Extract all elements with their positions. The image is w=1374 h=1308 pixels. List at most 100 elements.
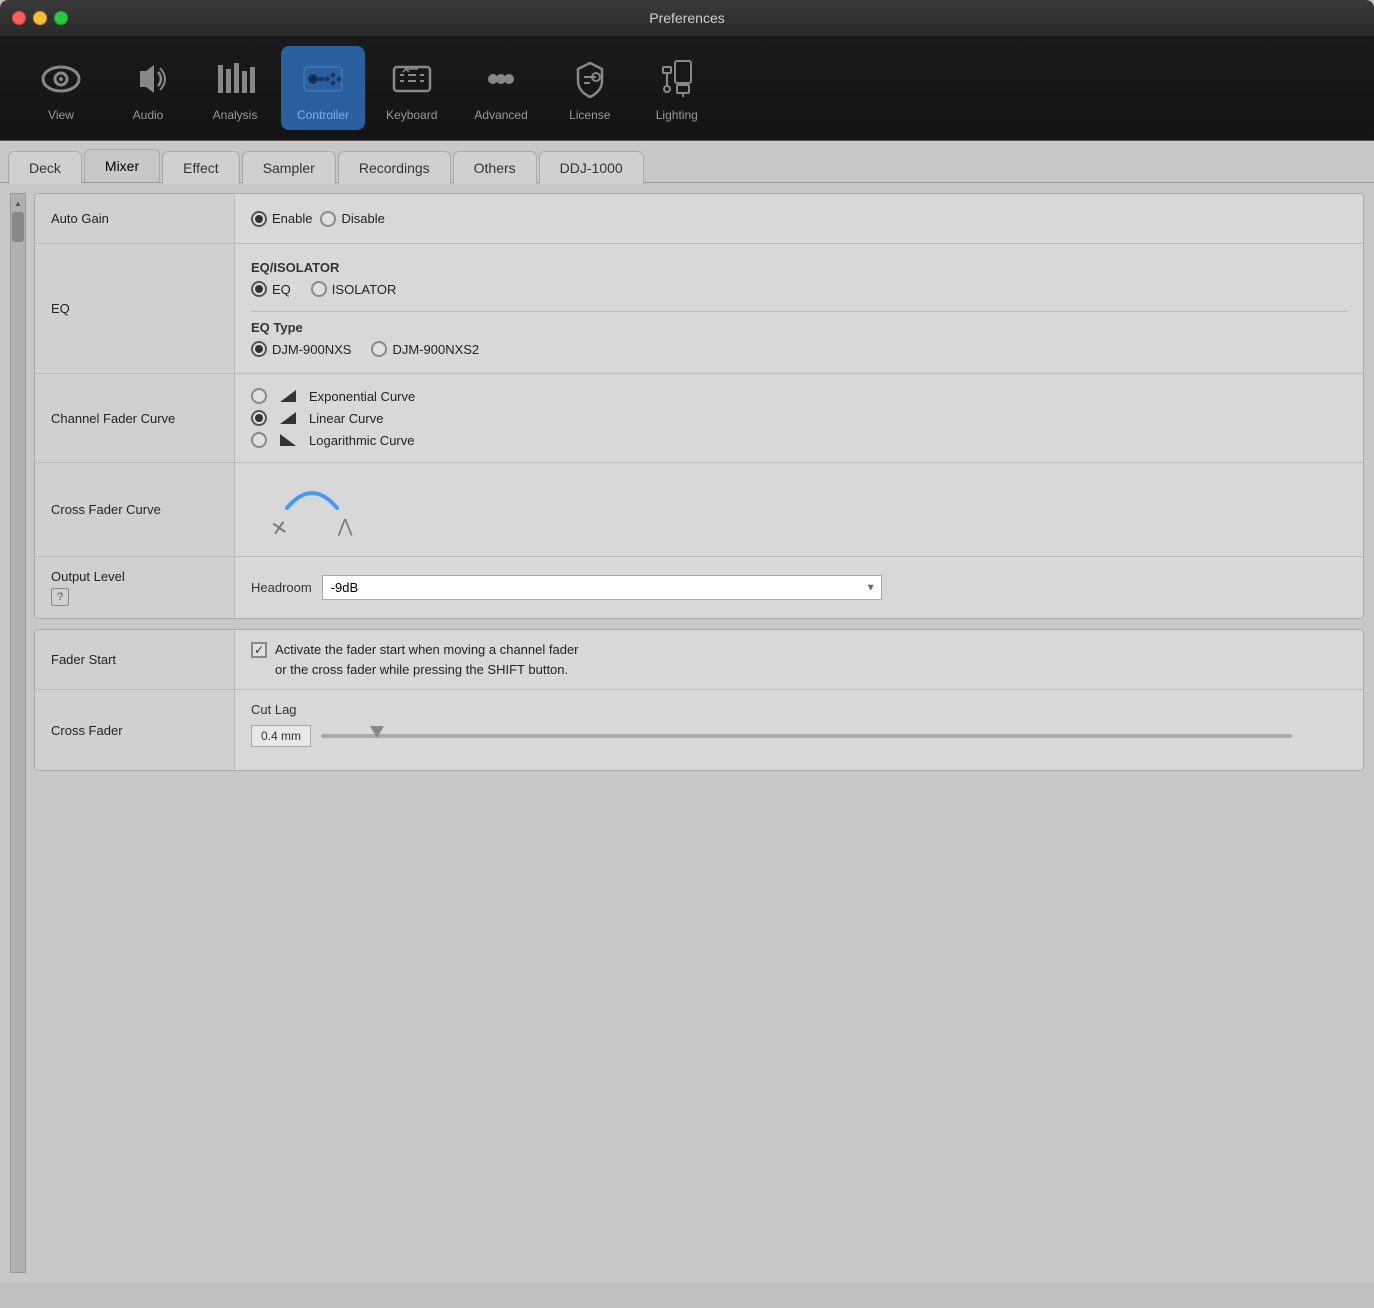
headroom-label: Headroom: [251, 580, 312, 595]
auto-gain-enable-radio-outer: [251, 211, 267, 227]
logarithmic-curve-label: Logarithmic Curve: [309, 433, 415, 448]
fader-start-value: Activate the fader start when moving a c…: [235, 630, 1363, 689]
toolbar-item-analysis[interactable]: Analysis: [194, 46, 276, 130]
tab-deck[interactable]: Deck: [8, 151, 82, 184]
traffic-lights: [12, 11, 68, 25]
tab-ddj1000[interactable]: DDJ-1000: [539, 151, 644, 184]
eq-value: EQ/ISOLATOR EQ ISOLATOR: [235, 244, 1363, 373]
cross-fader-value: Cut Lag 0.4 mm: [235, 690, 1363, 770]
toolbar-label-audio: Audio: [133, 108, 164, 122]
audio-icon: [123, 54, 173, 104]
window-title: Preferences: [649, 10, 724, 26]
fader-start-label: Fader Start: [35, 630, 235, 689]
auto-gain-disable-radio[interactable]: Disable: [320, 211, 384, 227]
toolbar-item-keyboard[interactable]: Keyboard: [370, 46, 453, 130]
fader-start-checkbox-row: Activate the fader start when moving a c…: [251, 640, 579, 679]
auto-gain-row: Auto Gain Enable Disable: [35, 194, 1363, 244]
settings-table-2: Fader Start Activate the fader start whe…: [34, 629, 1364, 771]
auto-gain-enable-radio-inner: [255, 215, 263, 223]
eq-radio-label: EQ: [272, 282, 291, 297]
fader-start-description: Activate the fader start when moving a c…: [275, 640, 579, 679]
cross-fader-row: Cross Fader Cut Lag 0.4 mm: [35, 690, 1363, 770]
tab-sampler[interactable]: Sampler: [242, 151, 336, 184]
fader-start-checkbox[interactable]: [251, 642, 267, 658]
output-level-help-icon[interactable]: ?: [51, 588, 69, 606]
cross-fader-visual: ✕ ⋀: [251, 473, 373, 546]
toolbar-item-view[interactable]: View: [20, 46, 102, 130]
fader-start-desc-line2: or the cross fader while pressing the SH…: [275, 662, 568, 677]
advanced-icon: [476, 54, 526, 104]
exponential-curve-icon: [276, 388, 300, 404]
output-level-row: Output Level ? Headroom -9dB -6dB -12dB: [35, 557, 1363, 618]
cross-fader-curve-value: ✕ ⋀: [235, 463, 1363, 556]
toolbar-item-license[interactable]: License: [549, 46, 631, 130]
cross-fader-left-symbol: ✕: [269, 515, 290, 543]
auto-gain-value: Enable Disable: [235, 194, 1363, 243]
djm900nxs-radio[interactable]: DJM-900NXS: [251, 341, 351, 357]
toolbar-item-controller[interactable]: Controller: [281, 46, 365, 130]
close-button[interactable]: [12, 11, 26, 25]
auto-gain-disable-label: Disable: [341, 211, 384, 226]
auto-gain-enable-label: Enable: [272, 211, 312, 226]
toolbar-item-audio[interactable]: Audio: [107, 46, 189, 130]
linear-radio-inner: [255, 414, 263, 422]
logarithmic-radio-outer: [251, 432, 267, 448]
djm900nxs2-radio[interactable]: DJM-900NXS2: [371, 341, 479, 357]
cross-fader-curve-row: Cross Fader Curve ✕ ⋀: [35, 463, 1363, 557]
fader-start-desc-line1: Activate the fader start when moving a c…: [275, 642, 579, 657]
scroll-up-arrow[interactable]: ▲: [11, 196, 25, 210]
toolbar-label-lighting: Lighting: [656, 108, 698, 122]
channel-fader-curve-label: Channel Fader Curve: [35, 374, 235, 462]
auto-gain-enable-radio[interactable]: Enable: [251, 211, 312, 227]
title-bar: Preferences: [0, 0, 1374, 36]
djm900nxs2-radio-label: DJM-900NXS2: [392, 342, 479, 357]
isolator-radio[interactable]: ISOLATOR: [311, 281, 397, 297]
settings-table-1: Auto Gain Enable Disable EQ: [34, 193, 1364, 619]
cross-fader-curve-label: Cross Fader Curve: [35, 463, 235, 556]
eq-radio-outer: [251, 281, 267, 297]
minimize-button[interactable]: [33, 11, 47, 25]
maximize-button[interactable]: [54, 11, 68, 25]
toolbar-label-keyboard: Keyboard: [386, 108, 437, 122]
scrollbar[interactable]: ▲: [10, 193, 26, 1273]
tab-mixer[interactable]: Mixer: [84, 149, 160, 182]
eq-radio[interactable]: EQ: [251, 281, 291, 297]
eq-row: EQ EQ/ISOLATOR EQ: [35, 244, 1363, 374]
eq-label: EQ: [35, 244, 235, 373]
logarithmic-curve-radio[interactable]: Logarithmic Curve: [251, 432, 415, 448]
exponential-curve-label: Exponential Curve: [309, 389, 415, 404]
cross-fader-right-symbol: ⋀: [338, 516, 353, 541]
cross-fader-label: Cross Fader: [35, 690, 235, 770]
toolbar-label-analysis: Analysis: [213, 108, 258, 122]
eq-type-header: EQ Type: [251, 320, 1347, 335]
headroom-row: Headroom -9dB -6dB -12dB: [251, 575, 882, 600]
headroom-select[interactable]: -9dB -6dB -12dB: [322, 575, 882, 600]
exponential-radio-outer: [251, 388, 267, 404]
scroll-thumb[interactable]: [12, 212, 24, 242]
toolbar-label-license: License: [569, 108, 610, 122]
cutlag-slider-track[interactable]: [321, 734, 1292, 738]
cutlag-value-box: 0.4 mm: [251, 725, 311, 747]
logarithmic-curve-icon: [276, 432, 300, 448]
tab-recordings[interactable]: Recordings: [338, 151, 451, 184]
exponential-curve-radio[interactable]: Exponential Curve: [251, 388, 415, 404]
toolbar-item-lighting[interactable]: Lighting: [636, 46, 718, 130]
linear-curve-radio[interactable]: Linear Curve: [251, 410, 383, 426]
toolbar-label-controller: Controller: [297, 108, 349, 122]
tab-others[interactable]: Others: [453, 151, 537, 184]
eq-type-radio-group: EQ ISOLATOR: [251, 281, 396, 297]
main-panel: Auto Gain Enable Disable EQ: [34, 193, 1364, 1273]
keyboard-icon: [387, 54, 437, 104]
linear-radio-outer: [251, 410, 267, 426]
toolbar-item-advanced[interactable]: Advanced: [458, 46, 543, 130]
license-icon: [565, 54, 615, 104]
tabs-container: Deck Mixer Effect Sampler Recordings Oth…: [0, 141, 1374, 183]
auto-gain-disable-radio-outer: [320, 211, 336, 227]
channel-fader-curve-value: Exponential Curve Linear Curve: [235, 374, 1363, 462]
controller-icon: [298, 54, 348, 104]
tab-effect[interactable]: Effect: [162, 151, 240, 184]
cutlag-slider-thumb[interactable]: [370, 726, 384, 738]
output-level-text: Output Level: [51, 569, 125, 584]
output-level-label: Output Level ?: [35, 557, 235, 618]
auto-gain-label: Auto Gain: [35, 194, 235, 243]
